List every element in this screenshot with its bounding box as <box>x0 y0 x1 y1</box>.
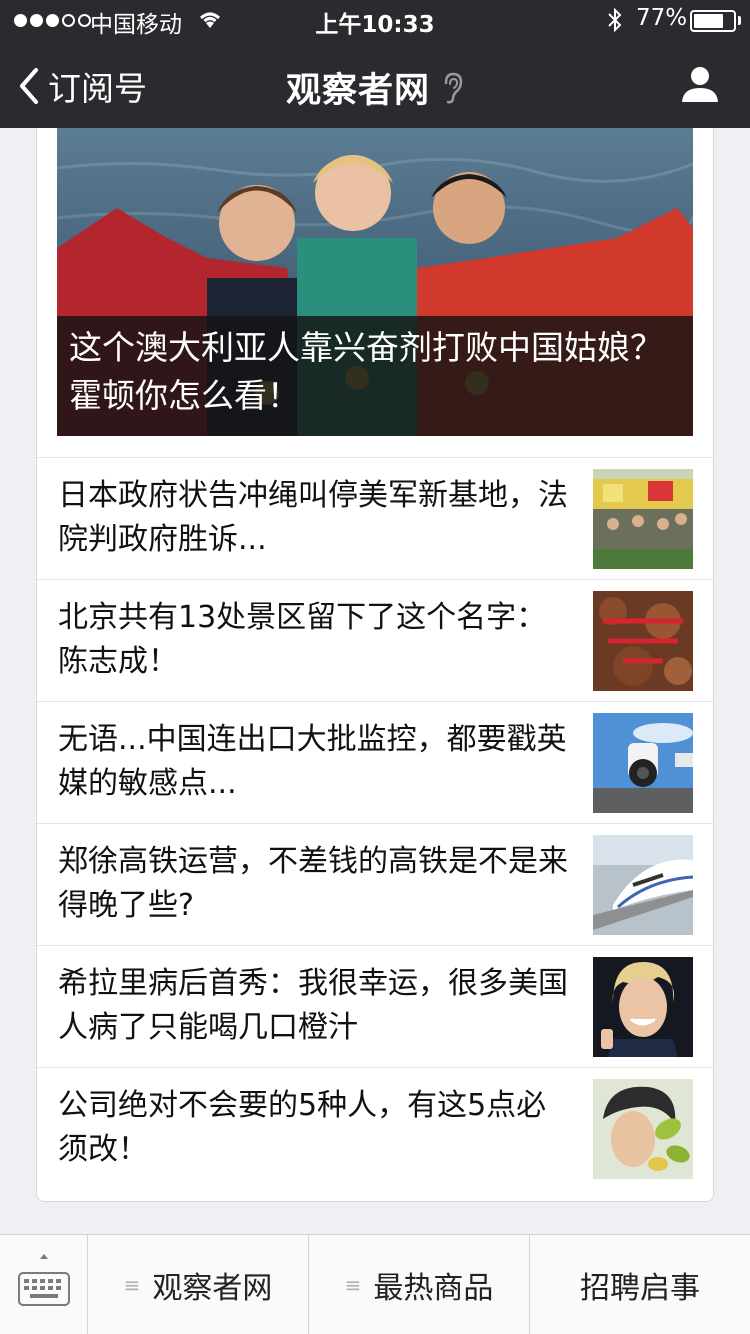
menu-label: 招聘启事 <box>580 1271 700 1306</box>
menu-list-icon: ≡ <box>344 1273 362 1297</box>
menu-item-hot-products[interactable]: ≡ 最热商品 <box>309 1235 530 1334</box>
menu-label: 最热商品 <box>373 1271 494 1306</box>
article-title: 无语...中国连出口大批监控，都要戳英媒的敏感点... <box>58 722 567 801</box>
list-item[interactable]: 北京共有13处景区留下了这个名字：陈志成！ <box>37 579 713 701</box>
article-card: 这个澳大利亚人靠兴奋剂打败中国姑娘？霍顿你怎么看！ 日本政府状告冲绳叫停美军新基… <box>36 128 714 1202</box>
list-item[interactable]: 日本政府状告冲绳叫停美军新基地，法院判政府胜诉... <box>37 457 713 579</box>
article-title: 希拉里病后首秀：我很幸运，很多美国人病了只能喝几口橙汁 <box>58 966 568 1045</box>
hero-caption: 这个澳大利亚人靠兴奋剂打败中国姑娘？霍顿你怎么看！ <box>57 316 693 436</box>
bluetooth-icon <box>608 7 622 33</box>
bottom-menu: ≡ 观察者网 ≡ 最热商品 招聘启事 <box>0 1234 750 1334</box>
article-thumbnail <box>593 591 693 691</box>
battery-icon <box>690 10 736 32</box>
article-title: 日本政府状告冲绳叫停美军新基地，法院判政府胜诉... <box>58 478 568 557</box>
status-bar: 中国移动 上午10:33 77% <box>0 0 750 40</box>
menu-list-icon: ≡ <box>123 1273 141 1297</box>
article-title: 郑徐高铁运营，不差钱的高铁是不是来得晚了些? <box>58 844 568 923</box>
list-item[interactable]: 郑徐高铁运营，不差钱的高铁是不是来得晚了些? <box>37 823 713 945</box>
list-item[interactable]: 希拉里病后首秀：我很幸运，很多美国人病了只能喝几口橙汁 <box>37 945 713 1067</box>
article-thumbnail <box>593 1079 693 1179</box>
menu-item-recruitment[interactable]: 招聘启事 <box>530 1235 750 1334</box>
list-item[interactable]: 无语...中国连出口大批监控，都要戳英媒的敏感点... <box>37 701 713 823</box>
nav-title-group: 观察者网 <box>0 62 750 113</box>
battery-percent: 77% <box>636 5 688 31</box>
list-item[interactable]: 公司绝对不会要的5种人，有这5点必须改！ <box>37 1067 713 1189</box>
article-title: 北京共有13处景区留下了这个名字：陈志成！ <box>58 600 547 679</box>
article-thumbnail <box>593 835 693 935</box>
top-bar: 中国移动 上午10:33 77% 订阅号 观察者网 <box>0 0 750 128</box>
article-title: 公司绝对不会要的5种人，有这5点必须改！ <box>58 1088 547 1167</box>
hero-article[interactable]: 这个澳大利亚人靠兴奋剂打败中国姑娘？霍顿你怎么看！ <box>57 128 693 436</box>
person-icon[interactable] <box>680 64 720 104</box>
nav-bar: 订阅号 观察者网 <box>0 40 750 128</box>
menu-label: 观察者网 <box>152 1271 273 1306</box>
ear-icon[interactable] <box>440 71 464 105</box>
article-thumbnail <box>593 713 693 813</box>
menu-item-guancha[interactable]: ≡ 观察者网 <box>88 1235 309 1334</box>
keyboard-toggle-button[interactable] <box>0 1235 88 1334</box>
article-thumbnail <box>593 957 693 1057</box>
article-thumbnail <box>593 469 693 569</box>
keyboard-icon <box>18 1254 70 1306</box>
page-title: 观察者网 <box>285 71 430 111</box>
article-list: 日本政府状告冲绳叫停美军新基地，法院判政府胜诉... 北京共有13处景区留下了这… <box>37 457 713 1189</box>
